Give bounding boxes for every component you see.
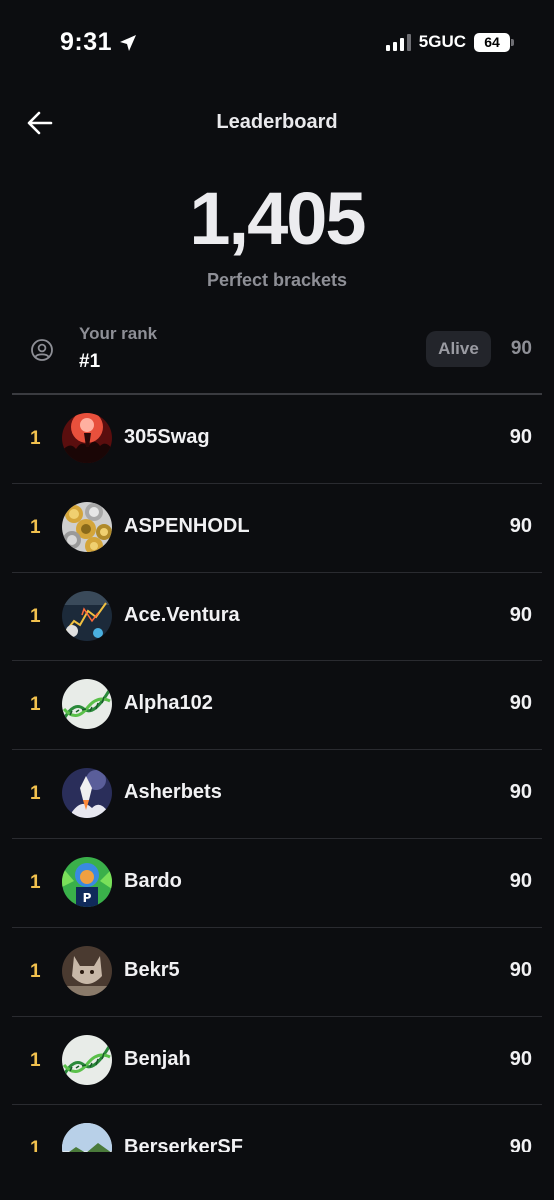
- row-score: 90: [509, 426, 532, 448]
- leaderboard-row[interactable]: 1 BerserkerSF 90: [12, 1105, 542, 1152]
- your-rank-row[interactable]: Your rank #1 Alive 90: [0, 318, 554, 380]
- network-type: 5GUC: [418, 32, 466, 51]
- leaderboard-list[interactable]: 1 305Swag 90 1 ASPENHODL 90 1 Ace.Ventur…: [0, 395, 554, 1152]
- perfect-bracket-label: Perfect brackets: [206, 270, 348, 290]
- row-score: 90: [509, 1136, 532, 1152]
- row-rank: 1: [30, 783, 41, 805]
- row-score: 90: [509, 603, 532, 626]
- your-rank-score: 90: [510, 338, 532, 359]
- row-score: 90: [509, 692, 532, 715]
- row-rank: 1: [30, 428, 41, 449]
- leaderboard-row[interactable]: 1 Benjah 90: [12, 1017, 542, 1106]
- row-username: 305Swag: [124, 426, 210, 448]
- leaderboard-screen: 9:31 5GUC 64 Leaderboard 1,405 Perfect b…: [0, 0, 554, 1200]
- row-rank: 1: [30, 1138, 41, 1152]
- your-rank-label: Your rank: [79, 324, 158, 343]
- location-arrow-icon: [120, 34, 137, 51]
- your-rank-value: #1: [79, 351, 101, 372]
- row-rank: 1: [30, 516, 41, 538]
- row-rank: 1: [30, 1049, 41, 1071]
- dna-avatar: [62, 679, 112, 730]
- row-score: 90: [509, 1047, 532, 1070]
- crypto-chart-avatar: [62, 590, 112, 641]
- row-username: ASPENHODL: [124, 514, 250, 537]
- row-username: Bardo: [124, 869, 182, 892]
- row-rank: 1: [30, 871, 41, 893]
- cartoon-avatar: P: [62, 856, 112, 907]
- perfect-bracket-count: 1,405: [189, 177, 366, 260]
- rocket-avatar: [62, 768, 112, 819]
- leaderboard-row[interactable]: 1 Asherbets 90: [12, 750, 542, 839]
- leaderboard-row[interactable]: 1 ASPENHODL 90: [12, 484, 542, 573]
- status-time-text: 9:31: [60, 28, 113, 56]
- leaderboard-row[interactable]: 1 305Swag 90: [12, 395, 542, 484]
- leaderboard-row[interactable]: 1 P Bardo 90: [12, 839, 542, 928]
- row-rank: 1: [30, 694, 41, 716]
- svg-text:P: P: [83, 891, 92, 905]
- row-score: 90: [509, 514, 532, 537]
- status-time: 9:31: [60, 28, 138, 57]
- row-score: 90: [509, 781, 532, 804]
- battery-icon: 64: [474, 32, 514, 52]
- leaderboard-row[interactable]: 1 Bekr5 90: [12, 928, 542, 1017]
- row-username: Ace.Ventura: [124, 603, 240, 626]
- dna-avatar: [62, 1034, 112, 1085]
- landscape-avatar: [62, 1123, 112, 1152]
- page-title: Leaderboard: [216, 111, 338, 133]
- leaderboard-row[interactable]: 1 Ace.Ventura 90: [12, 573, 542, 662]
- row-username: Bekr5: [124, 958, 180, 981]
- battery-level: 64: [484, 34, 500, 50]
- user-circle-icon: [31, 339, 53, 361]
- row-score: 90: [509, 869, 532, 892]
- cat-avatar: [62, 945, 112, 996]
- row-rank: 1: [30, 960, 41, 982]
- row-username: Benjah: [124, 1047, 191, 1070]
- row-username: Asherbets: [124, 781, 222, 804]
- status-indicators: 5GUC 64: [385, 32, 514, 52]
- row-rank: 1: [30, 605, 41, 627]
- concert-avatar: [62, 413, 112, 463]
- row-username: BerserkerSF: [124, 1136, 243, 1152]
- status-bar: 9:31 5GUC 64: [0, 0, 554, 80]
- status-badge: Alive: [426, 331, 491, 367]
- coins-avatar: [62, 501, 112, 552]
- row-username: Alpha102: [124, 692, 213, 715]
- row-score: 90: [509, 958, 532, 981]
- leaderboard-row[interactable]: 1 Alpha102 90: [12, 661, 542, 751]
- cell-signal-icon: [385, 33, 411, 51]
